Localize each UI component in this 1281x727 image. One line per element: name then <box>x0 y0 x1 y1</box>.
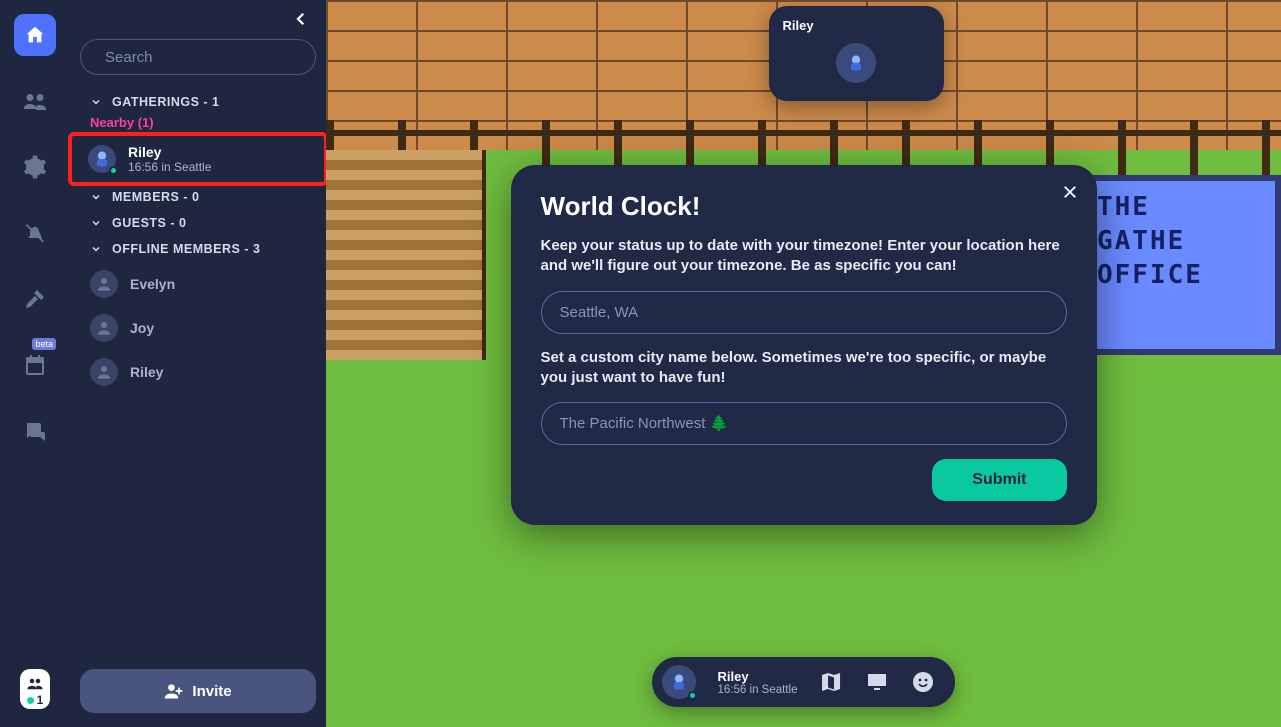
people-icon <box>24 675 46 693</box>
section-guests[interactable]: GUESTS - 0 <box>80 210 316 236</box>
office-sign: THE GATHE OFFICE <box>1081 175 1281 355</box>
chevron-down-icon <box>90 217 102 229</box>
dock-name: Riley <box>718 669 798 684</box>
avatar-sprite-icon <box>92 149 112 169</box>
home-button[interactable] <box>14 14 56 56</box>
chat-nav-icon[interactable] <box>14 410 56 452</box>
chevron-down-icon <box>90 243 102 255</box>
person-icon <box>95 363 113 381</box>
avatar <box>88 145 116 173</box>
avatar-offline <box>90 314 118 342</box>
settings-nav-icon[interactable] <box>14 146 56 188</box>
section-members[interactable]: MEMBERS - 0 <box>80 184 316 210</box>
location-input[interactable] <box>541 291 1067 334</box>
modal-title: World Clock! <box>541 191 1067 222</box>
nearby-label: Nearby (1) <box>80 115 316 134</box>
invite-button[interactable]: Invite <box>80 669 316 713</box>
people-nav-icon[interactable] <box>14 80 56 122</box>
modal-text-1: Keep your status up to date with your ti… <box>541 236 1067 277</box>
dock-sub: 16:56 in Seattle <box>718 684 798 696</box>
chevron-down-icon <box>90 191 102 203</box>
wood-stairs <box>326 150 486 360</box>
offline-member-row[interactable]: Joy <box>80 306 316 350</box>
bottom-dock: Riley 16:56 in Seattle <box>652 657 956 707</box>
build-nav-icon[interactable] <box>14 278 56 320</box>
chevron-down-icon <box>90 96 102 108</box>
map-button[interactable] <box>819 670 843 694</box>
collapse-sidebar-button[interactable] <box>286 6 316 37</box>
member-name: Riley <box>130 364 163 380</box>
world-view[interactable]: THE GATHE OFFICE Riley World Clock! Keep… <box>326 0 1281 727</box>
avatar <box>836 43 876 83</box>
member-name: Riley <box>128 144 211 160</box>
screenshare-button[interactable] <box>865 670 889 694</box>
modal-text-2: Set a custom city name below. Sometimes … <box>541 348 1067 389</box>
presence-dot-icon <box>27 697 34 704</box>
section-gatherings[interactable]: GATHERINGS - 1 <box>80 89 316 115</box>
offline-member-row[interactable]: Evelyn <box>80 262 316 306</box>
chevron-left-icon <box>292 10 310 28</box>
presence-dot-icon <box>109 166 118 175</box>
nav-rail: beta 1 <box>0 0 70 727</box>
monitor-icon <box>865 670 889 694</box>
submit-button[interactable]: Submit <box>932 459 1066 501</box>
dock-user-info[interactable]: Riley 16:56 in Seattle <box>718 669 798 696</box>
user-name-card[interactable]: Riley <box>769 6 944 101</box>
map-icon <box>819 670 843 694</box>
member-name: Evelyn <box>130 276 175 292</box>
member-sub: 16:56 in Seattle <box>128 160 211 174</box>
close-button[interactable] <box>1061 183 1079 207</box>
member-name: Joy <box>130 320 154 336</box>
close-icon <box>1061 183 1079 201</box>
nearby-member-row[interactable]: Riley 16:56 in Seattle <box>70 134 326 184</box>
presence-dot-icon <box>688 691 697 700</box>
person-icon <box>95 319 113 337</box>
city-name-input[interactable] <box>541 402 1067 445</box>
avatar-offline <box>90 270 118 298</box>
mute-bell-nav-icon[interactable] <box>14 212 56 254</box>
house-icon <box>24 24 46 46</box>
offline-member-row[interactable]: Riley <box>80 350 316 394</box>
search-input[interactable] <box>105 49 304 66</box>
calendar-nav-icon[interactable]: beta <box>14 344 56 386</box>
person-plus-icon <box>164 681 184 701</box>
beta-badge: beta <box>32 338 56 350</box>
avatar-sprite-icon <box>846 53 866 73</box>
sidebar: GATHERINGS - 1 Nearby (1) Riley 16:56 in… <box>70 0 326 727</box>
person-icon <box>95 275 113 293</box>
smile-icon <box>911 670 935 694</box>
section-offline[interactable]: OFFLINE MEMBERS - 3 <box>80 236 316 262</box>
search-input-wrapper[interactable] <box>80 39 316 75</box>
participants-button[interactable]: 1 <box>20 669 50 709</box>
participants-count: 1 <box>37 693 44 707</box>
avatar-offline <box>90 358 118 386</box>
avatar-sprite-icon <box>669 672 689 692</box>
namecard-name: Riley <box>783 18 930 33</box>
emoji-button[interactable] <box>911 670 935 694</box>
world-clock-modal: World Clock! Keep your status up to date… <box>511 165 1097 525</box>
avatar[interactable] <box>662 665 696 699</box>
